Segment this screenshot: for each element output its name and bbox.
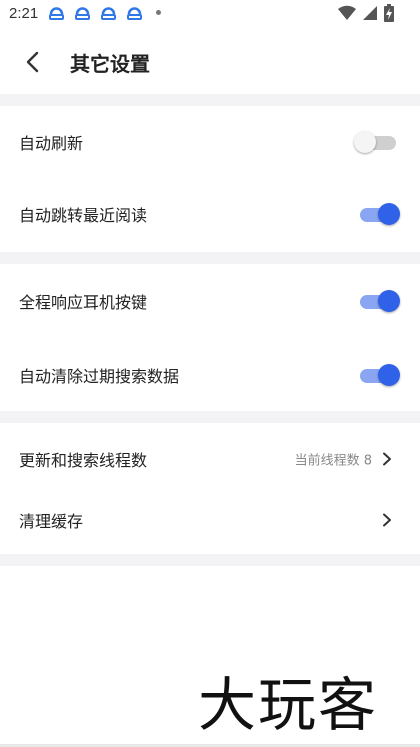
clear-search-data-toggle[interactable] [358, 363, 400, 387]
setting-label: 自动刷新 [19, 134, 84, 153]
setting-row-thread-count[interactable]: 更新和搜索线程数 当前线程数 8 [0, 423, 420, 495]
page-title: 其它设置 [70, 52, 150, 76]
status-bar: 2:21 [0, 0, 420, 30]
baidu-netdisk-icon [49, 7, 64, 20]
toggle-knob [378, 203, 400, 225]
baidu-netdisk-icon [101, 7, 116, 20]
setting-label: 全程响应耳机按键 [19, 293, 148, 312]
section-divider [0, 252, 420, 264]
headset-keys-toggle[interactable] [358, 289, 400, 313]
watermark-logo: 大玩客 [198, 671, 379, 739]
back-arrow-icon[interactable] [18, 46, 50, 78]
battery-charging-icon [384, 4, 394, 22]
setting-row-clear-cache[interactable]: 清理缓存 [0, 486, 420, 554]
setting-label: 自动跳转最近阅读 [19, 206, 148, 225]
wifi-icon [338, 5, 356, 21]
status-time: 2:21 [9, 5, 39, 22]
setting-label: 更新和搜索线程数 [19, 451, 148, 470]
status-right-icons [338, 4, 394, 22]
auto-refresh-toggle[interactable] [354, 130, 398, 154]
signal-icon [363, 6, 377, 20]
toggle-knob [378, 290, 400, 312]
section-divider [0, 554, 420, 566]
notification-icons [48, 4, 143, 22]
setting-row-headset-keys[interactable]: 全程响应耳机按键 [0, 265, 420, 337]
setting-row-auto-refresh[interactable]: 自动刷新 [0, 106, 420, 178]
thread-count-value: 当前线程数 8 [294, 453, 372, 469]
baidu-netdisk-icon [127, 7, 142, 20]
auto-jump-recent-toggle[interactable] [358, 202, 400, 226]
baidu-netdisk-icon [75, 7, 90, 20]
setting-row-clear-search-data[interactable]: 自动清除过期搜索数据 [0, 339, 420, 411]
app-bar: 其它设置 [0, 30, 420, 94]
setting-label: 自动清除过期搜索数据 [19, 367, 180, 386]
toggle-knob [378, 364, 400, 386]
setting-label: 清理缓存 [19, 512, 84, 531]
more-notifications-dot [156, 10, 161, 15]
toggle-knob [354, 131, 376, 153]
section-divider [0, 94, 420, 106]
setting-row-auto-jump-recent[interactable]: 自动跳转最近阅读 [0, 178, 420, 250]
section-divider [0, 411, 420, 423]
chevron-right-icon [383, 513, 391, 527]
chevron-right-icon [383, 452, 391, 466]
